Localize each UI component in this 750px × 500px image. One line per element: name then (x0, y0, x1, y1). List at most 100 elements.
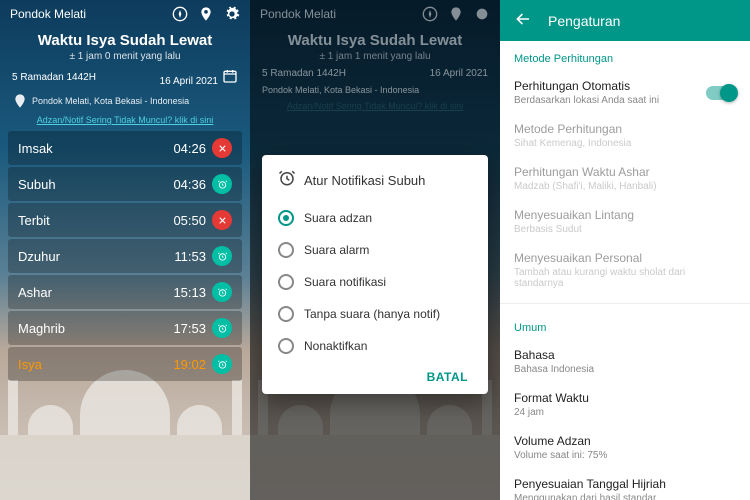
setting-title: Volume Adzan (514, 434, 736, 448)
screen-notification-dialog: Pondok Melati Waktu Isya Sudah Lewat ± 1… (250, 0, 500, 500)
toggle-switch[interactable] (706, 86, 736, 100)
prayer-time: 17:53 (173, 321, 206, 336)
option-label: Nonaktifkan (304, 339, 367, 353)
alarm-toggle-icon[interactable] (212, 138, 232, 158)
help-link: Adzan/Notif Sering Tidak Muncul? klik di… (287, 101, 464, 111)
prayer-time: 15:13 (173, 285, 206, 300)
radio-option[interactable]: Suara notifikasi (278, 266, 472, 298)
prayer-name: Terbit (18, 213, 50, 228)
setting-title: Menyesuaikan Lintang (514, 208, 736, 222)
hero-subtitle: ± 1 jam 0 menit yang lalu (10, 51, 240, 62)
prayer-time: 11:53 (174, 249, 206, 264)
alarm-toggle-icon[interactable] (212, 210, 232, 230)
screen-prayer-times: Pondok Melati Waktu Isya Sudah Lewat ± 1… (0, 0, 250, 500)
settings-row: Perhitungan Waktu AsharMadzab (Shafi'i, … (500, 157, 750, 200)
setting-subtitle: Sihat Kemenag, Indonesia (514, 138, 736, 149)
setting-subtitle: Menggunakan dari hasil standar (514, 493, 736, 500)
option-label: Suara alarm (304, 243, 369, 257)
option-label: Tanpa suara (hanya notif) (304, 307, 440, 321)
hero-title: Waktu Isya Sudah Lewat (10, 32, 240, 49)
setting-subtitle: Bahasa Indonesia (514, 364, 736, 375)
screen-settings: Pengaturan Metode Perhitungan Perhitunga… (500, 0, 750, 500)
prayer-row-imsak[interactable]: Imsak 04:26 (8, 131, 242, 165)
hijri-date: 5 Ramadan 1442H (12, 72, 96, 83)
radio-option[interactable]: Nonaktifkan (278, 330, 472, 362)
settings-body[interactable]: Metode Perhitungan Perhitungan OtomatisB… (500, 41, 750, 500)
prayer-time: 19:02 (173, 357, 206, 372)
cancel-button[interactable]: BATAL (278, 362, 472, 386)
setting-title: Penyesuaian Tanggal Hijriah (514, 477, 736, 491)
prayer-row-ashar[interactable]: Ashar 15:13 (8, 275, 242, 309)
settings-row: Metode Perhitungan Sihat Kemenag, Indones… (500, 114, 750, 157)
topbar: Pondok Melati (250, 0, 500, 28)
alarm-toggle-icon[interactable] (212, 246, 232, 266)
topbar: Pondok Melati (0, 0, 250, 28)
radio-icon (278, 274, 294, 290)
prayer-row-dzuhur[interactable]: Dzuhur 11:53 (8, 239, 242, 273)
prayer-row-subuh[interactable]: Subuh04:36 (8, 167, 242, 201)
calendar-icon[interactable] (222, 68, 238, 84)
radio-option[interactable]: Suara adzan (278, 202, 472, 234)
setting-title: Metode Perhitungan (514, 122, 736, 136)
setting-title: Bahasa (514, 348, 736, 362)
prayer-list: Imsak 04:26 Subuh04:36Terbit05:50 Dzuhur 11:… (0, 129, 250, 385)
compass-icon (422, 6, 438, 22)
radio-option[interactable]: Suara alarm (278, 234, 472, 266)
dialog-title: Atur Notifikasi Subuh (304, 173, 425, 188)
alarm-toggle-icon[interactable] (212, 282, 232, 302)
prayer-name: Subuh (18, 177, 56, 192)
radio-icon (278, 210, 294, 226)
prayer-row-maghrib[interactable]: Maghrib 17:53 (8, 311, 242, 345)
prayer-name: Ashar (18, 285, 52, 300)
settings-row[interactable]: Volume AdzanVolume saat ini: 75% (500, 426, 750, 469)
prayer-name: Maghrib (18, 321, 65, 336)
settings-title: Pengaturan (548, 13, 620, 29)
alarm-toggle-icon[interactable] (212, 318, 232, 338)
prayer-name: Imsak (18, 141, 53, 156)
setting-subtitle: Berbasis Sudut (514, 224, 736, 235)
compass-icon[interactable] (172, 6, 188, 22)
help-link-row: Adzan/Notif Sering Tidak Muncul? klik di… (0, 111, 250, 129)
location-label: Pondok Melati (260, 7, 336, 21)
hero: Waktu Isya Sudah Lewat ± 1 jam 0 menit y… (0, 28, 250, 64)
prayer-row-terbit[interactable]: Terbit05:50 (8, 203, 242, 237)
setting-title: Menyesuaikan Personal (514, 251, 736, 265)
help-link[interactable]: Adzan/Notif Sering Tidak Muncul? klik di… (37, 115, 214, 125)
gear-icon[interactable] (224, 6, 240, 22)
radio-icon (278, 242, 294, 258)
radio-icon (278, 338, 294, 354)
settings-row[interactable]: Bahasa Bahasa Indonesia (500, 340, 750, 383)
gear-icon (474, 6, 490, 22)
settings-row: Menyesuaikan Lintang Berbasis Sudut (500, 200, 750, 243)
option-label: Suara notifikasi (304, 275, 386, 289)
settings-topbar: Pengaturan (500, 0, 750, 41)
setting-subtitle: Berdasarkan lokasi Anda saat ini (514, 95, 659, 106)
back-arrow-icon[interactable] (514, 10, 532, 31)
date-row: 5 Ramadan 1442H 16 April 2021 (0, 64, 250, 91)
prayer-time: 04:26 (173, 141, 206, 156)
location-pin-icon[interactable] (198, 6, 214, 22)
hero: Waktu Isya Sudah Lewat ± 1 jam 1 menit y… (250, 28, 500, 64)
help-link-row: Adzan/Notif Sering Tidak Muncul? klik di… (250, 97, 500, 115)
settings-row[interactable]: Perhitungan OtomatisBerdasarkan lokasi A… (500, 71, 750, 114)
radio-icon (278, 306, 294, 322)
hero-subtitle: ± 1 jam 1 menit yang lalu (260, 51, 490, 62)
prayer-row-isya[interactable]: Isya19:02 (8, 347, 242, 381)
setting-subtitle: 24 jam (514, 407, 736, 418)
alarm-toggle-icon[interactable] (212, 354, 232, 374)
alarm-clock-icon (278, 169, 296, 192)
alarm-toggle-icon[interactable] (212, 174, 232, 194)
location-pin-icon (448, 6, 464, 22)
gregorian-date: 16 April 2021 (430, 68, 488, 79)
gregorian-date: 16 April 2021 (160, 76, 218, 87)
radio-option[interactable]: Tanpa suara (hanya notif) (278, 298, 472, 330)
hero-title: Waktu Isya Sudah Lewat (260, 32, 490, 49)
settings-row[interactable]: Penyesuaian Tanggal Hijriah Menggunakan d… (500, 469, 750, 500)
location-label: Pondok Melati (10, 7, 86, 21)
location-row: Pondok Melati, Kota Bekasi - Indonesia (250, 83, 500, 97)
location-text: Pondok Melati, Kota Bekasi - Indonesia (262, 85, 419, 95)
option-label: Suara adzan (304, 211, 372, 225)
prayer-name: Dzuhur (18, 249, 60, 264)
setting-title: Format Waktu (514, 391, 736, 405)
settings-row[interactable]: Format Waktu 24 jam (500, 383, 750, 426)
